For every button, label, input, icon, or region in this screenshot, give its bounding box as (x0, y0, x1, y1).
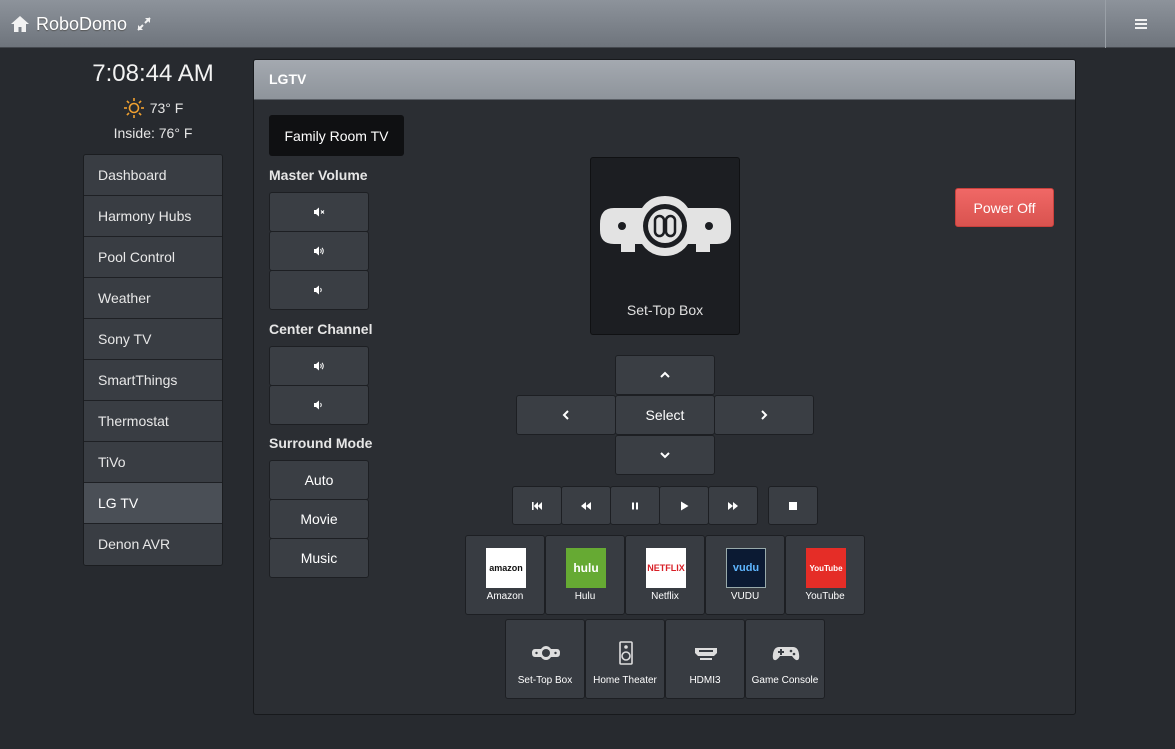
lgtv-panel: LGTV Family Room TV Master Volume Center… (253, 59, 1076, 715)
volume-up-icon (314, 361, 324, 371)
dpad-up-button[interactable] (615, 355, 715, 395)
sidebar-item-thermostat[interactable]: Thermostat (84, 401, 222, 442)
chevron-up-icon (660, 371, 670, 378)
menu-button[interactable] (1105, 0, 1175, 48)
activity-set-top-box[interactable]: Set-Top Box (505, 619, 585, 699)
app-hulu[interactable]: hulu Hulu (545, 535, 625, 615)
app-vudu[interactable]: vudu VUDU (705, 535, 785, 615)
rewind-button[interactable] (561, 486, 611, 525)
volume-down-icon (314, 285, 322, 295)
sidebar-item-harmony-hubs[interactable]: Harmony Hubs (84, 196, 222, 237)
outside-temperature: 73° F (149, 100, 184, 116)
fast-forward-icon (728, 501, 738, 510)
activity-label: Home Theater (593, 675, 657, 686)
inside-temperature: Inside: 76° F (113, 125, 193, 141)
top-bar: RoboDomo (0, 0, 1175, 48)
app-netflix[interactable]: NETFLIX Netflix (625, 535, 705, 615)
dpad-select-button[interactable]: Select (615, 395, 715, 435)
fast-forward-button[interactable] (708, 486, 758, 525)
app-label: Amazon (486, 591, 524, 602)
sidebar: Dashboard Harmony Hubs Pool Control Weat… (83, 154, 223, 566)
app-youtube[interactable]: YouTube YouTube (785, 535, 865, 615)
sidebar-item-tivo[interactable]: TiVo (84, 442, 222, 483)
stop-icon (789, 501, 797, 510)
chevron-right-icon (761, 410, 768, 420)
sidebar-item-weather[interactable]: Weather (84, 278, 222, 319)
volume-up-icon (314, 246, 324, 256)
hamburger-icon (1134, 17, 1147, 31)
outside-weather: 73° F (83, 97, 223, 119)
current-input-tile[interactable]: Set-Top Box (590, 157, 740, 335)
sidebar-item-denon-avr[interactable]: Denon AVR (84, 524, 222, 565)
play-icon (681, 501, 689, 510)
chevron-left-icon (562, 410, 569, 420)
panel-title: LGTV (254, 60, 1075, 100)
mute-button[interactable] (269, 192, 369, 232)
surround-auto-button[interactable]: Auto (269, 460, 369, 500)
app-label: YouTube (805, 591, 845, 602)
activity-game-console[interactable]: Game Console (745, 619, 825, 699)
app-label: Hulu (574, 591, 596, 602)
sidebar-item-lg-tv[interactable]: LG TV (84, 483, 222, 524)
hdmi-icon (695, 648, 717, 660)
sun-icon (123, 98, 144, 118)
hulu-logo: hulu (566, 548, 606, 588)
vudu-logo: vudu (726, 548, 766, 588)
pause-button[interactable] (610, 486, 660, 525)
sidebar-item-dashboard[interactable]: Dashboard (84, 155, 222, 196)
activity-label: HDMI3 (689, 675, 721, 686)
surround-music-button[interactable]: Music (269, 538, 369, 578)
set-top-box-icon (600, 196, 731, 256)
volume-down-icon (314, 400, 322, 410)
current-input-label: Set-Top Box (626, 302, 704, 318)
skip-back-icon (532, 501, 542, 510)
clock: 7:08:44 AM (92, 60, 214, 87)
home-icon (11, 16, 29, 32)
surround-mode-label: Surround Mode (269, 435, 373, 451)
sidebar-item-sony-tv[interactable]: Sony TV (84, 319, 222, 360)
activity-label: Set-Top Box (517, 675, 573, 686)
master-volume-label: Master Volume (269, 167, 368, 183)
activity-hdmi3[interactable]: HDMI3 (665, 619, 745, 699)
rewind-icon (581, 501, 591, 510)
sidebar-item-pool-control[interactable]: Pool Control (84, 237, 222, 278)
skip-back-button[interactable] (512, 486, 562, 525)
activity-label: Game Console (751, 675, 819, 686)
dpad-left-button[interactable] (516, 395, 616, 435)
amazon-logo: amazon (486, 548, 526, 588)
chevron-down-icon (660, 452, 670, 459)
stop-button[interactable] (768, 486, 818, 525)
master-volume-down-button[interactable] (269, 270, 369, 310)
sidebar-item-smartthings[interactable]: SmartThings (84, 360, 222, 401)
play-button[interactable] (659, 486, 709, 525)
dpad-right-button[interactable] (714, 395, 814, 435)
speaker-icon (619, 641, 633, 665)
netflix-logo: NETFLIX (646, 548, 686, 588)
center-volume-up-button[interactable] (269, 346, 369, 386)
gamepad-icon (772, 647, 800, 661)
app-label: VUDU (730, 591, 760, 602)
youtube-logo: YouTube (806, 548, 846, 588)
activity-home-theater[interactable]: Home Theater (585, 619, 665, 699)
pause-icon (632, 502, 638, 509)
dpad-down-button[interactable] (615, 435, 715, 475)
app-label: Netflix (651, 591, 679, 602)
master-volume-up-button[interactable] (269, 231, 369, 271)
device-name: Family Room TV (269, 115, 404, 156)
brand[interactable]: RoboDomo (10, 12, 153, 36)
expand-icon[interactable] (135, 15, 153, 33)
mute-icon (314, 207, 325, 217)
set-top-box-icon (532, 646, 560, 660)
surround-movie-button[interactable]: Movie (269, 499, 369, 539)
center-channel-label: Center Channel (269, 321, 373, 337)
app-title: RoboDomo (36, 13, 128, 34)
app-amazon[interactable]: amazon Amazon (465, 535, 545, 615)
power-off-button[interactable]: Power Off (955, 188, 1054, 227)
center-volume-down-button[interactable] (269, 385, 369, 425)
